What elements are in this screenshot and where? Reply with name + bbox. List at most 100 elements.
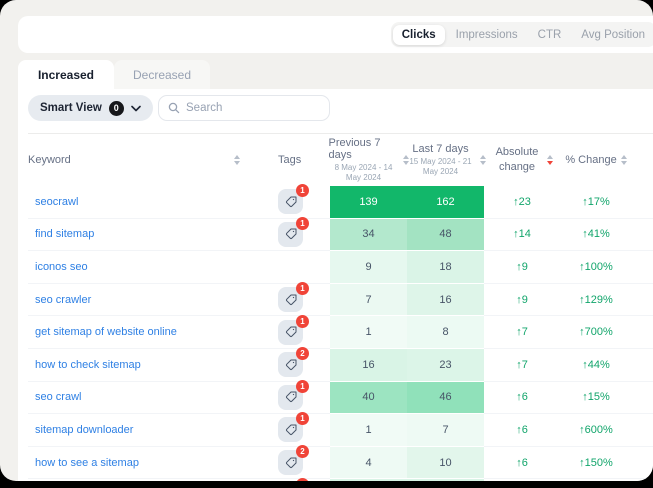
url-cell: / [632, 284, 653, 317]
smart-view-label: Smart View [40, 102, 102, 114]
table-row: get sitemap of website online 1 1 8 ↑7 ↑… [28, 316, 653, 349]
tags-cell: 2 [248, 447, 330, 480]
smart-view-dropdown[interactable]: Smart View 0 [28, 95, 153, 121]
tab-increased[interactable]: Increased [18, 60, 114, 89]
percent-change-cell: ↑700% [560, 316, 632, 349]
last-value-cell: 46 [407, 382, 484, 415]
last-value-cell: 18 [407, 251, 484, 284]
tag-icon [285, 326, 297, 338]
tag-icon [285, 391, 297, 403]
header-keyword-label: Keyword [28, 154, 71, 166]
absolute-change-cell: ↑7 [484, 349, 560, 382]
keyword-link[interactable]: how to check sitemap [35, 359, 141, 371]
tag-chip[interactable]: 1 [278, 320, 303, 345]
keyword-link[interactable]: iconos seo [35, 261, 88, 273]
header-previous-range: 8 May 2024 - 14 May 2024 [329, 163, 399, 183]
absolute-change-cell: ↑23 [484, 186, 560, 219]
keyword-cell: how to check sitemap [28, 349, 248, 382]
tag-icon [285, 424, 297, 436]
tag-icon [285, 359, 297, 371]
tag-chip[interactable]: 1 [278, 222, 303, 247]
tag-chip[interactable]: 1 [278, 417, 303, 442]
last-value-cell: 8 [407, 316, 484, 349]
keyword-cell: seo crawl [28, 382, 248, 415]
url-cell: /en/ [632, 316, 653, 349]
app-window: Clicks Impressions CTR Avg Position Incr… [0, 0, 653, 481]
url-cell: /en/ [632, 349, 653, 382]
trend-tabs: Increased Decreased [18, 60, 210, 89]
toolbar: Smart View 0 [18, 89, 653, 133]
percent-change-cell: ↑41% [560, 219, 632, 252]
keyword-link[interactable]: sitemap downloader [35, 424, 133, 436]
last-value-cell: 48 [407, 219, 484, 252]
tag-count-badge: 2 [296, 347, 309, 360]
table-body: seocrawl 1 139 162 ↑23 ↑17% / find sitem… [28, 186, 653, 481]
metric-tab-clicks[interactable]: Clicks [393, 25, 445, 45]
sort-icon-keyword[interactable] [234, 155, 240, 165]
url-cell: / [632, 186, 653, 219]
metric-tab-avg-position[interactable]: Avg Position [572, 25, 653, 45]
sort-icon-absolute[interactable] [547, 155, 553, 165]
url-cell: /en/ [632, 382, 653, 415]
header-last: Last 7 days 15 May 2024 - 21 May 2024 [407, 134, 484, 186]
tag-chip[interactable]: 2 [278, 352, 303, 377]
keyword-cell: find sitemap [28, 219, 248, 252]
header-url: URL [632, 134, 653, 186]
absolute-change-cell [484, 479, 560, 481]
tab-decreased[interactable]: Decreased [114, 60, 210, 89]
previous-value-cell [330, 479, 407, 481]
keyword-link[interactable]: how to see a sitemap [35, 457, 139, 469]
keyword-cell [28, 479, 248, 481]
header-tags-label: Tags [278, 154, 301, 166]
tags-cell: 1 [248, 382, 330, 415]
table-row: seocrawl 1 139 162 ↑23 ↑17% / [28, 186, 653, 219]
url-cell: /em/ [632, 251, 653, 284]
tags-cell: 1 [248, 186, 330, 219]
tags-cell: 2 [248, 349, 330, 382]
tag-chip[interactable]: 2 [278, 450, 303, 475]
tag-icon [285, 196, 297, 208]
search-input[interactable] [186, 102, 320, 114]
keyword-link[interactable]: seo crawler [35, 294, 91, 306]
metric-tab-ctr[interactable]: CTR [529, 25, 571, 45]
last-value-cell: 7 [407, 414, 484, 447]
keyword-cell: iconos seo [28, 251, 248, 284]
tag-chip[interactable]: 1 [278, 385, 303, 410]
absolute-change-cell: ↑6 [484, 447, 560, 480]
header-card: Clicks Impressions CTR Avg Position [18, 16, 653, 53]
header-absolute-label: Absolute change [491, 145, 543, 176]
tag-count-badge: 1 [296, 315, 309, 328]
tag-icon [285, 457, 297, 469]
keyword-link[interactable]: seocrawl [35, 196, 78, 208]
previous-value-cell: 7 [330, 284, 407, 317]
percent-change-cell: ↑100% [560, 251, 632, 284]
header-last-range: 15 May 2024 - 21 May 2024 [406, 157, 476, 177]
smart-view-count-badge: 0 [109, 101, 124, 116]
header-percent-label: % Change [565, 154, 616, 166]
previous-value-cell: 9 [330, 251, 407, 284]
table-row: sitemap downloader 1 1 7 ↑6 ↑600% /en/ [28, 414, 653, 447]
url-cell: /en/ [632, 219, 653, 252]
header-keyword: Keyword [28, 134, 248, 186]
absolute-change-cell: ↑6 [484, 382, 560, 415]
header-previous: Previous 7 days 8 May 2024 - 14 May 2024 [330, 134, 407, 186]
keywords-table: Keyword Tags Previous 7 days 8 May 2024 … [28, 133, 653, 481]
header-absolute: Absolute change [484, 134, 560, 186]
absolute-change-cell: ↑6 [484, 414, 560, 447]
keyword-cell: sitemap downloader [28, 414, 248, 447]
tag-chip[interactable]: 1 [278, 287, 303, 312]
keyword-cell: seocrawl [28, 186, 248, 219]
tags-cell: 1 [248, 219, 330, 252]
keyword-link[interactable]: seo crawl [35, 391, 81, 403]
previous-value-cell: 139 [330, 186, 407, 219]
metric-tab-impressions[interactable]: Impressions [447, 25, 527, 45]
keyword-link[interactable]: find sitemap [35, 228, 94, 240]
sort-icon-percent[interactable] [621, 155, 627, 165]
header-last-title: Last 7 days [412, 143, 468, 155]
percent-change-cell: ↑129% [560, 284, 632, 317]
tag-chip[interactable]: 1 [278, 189, 303, 214]
percent-change-cell: ↑15% [560, 382, 632, 415]
keyword-link[interactable]: get sitemap of website online [35, 326, 177, 338]
table-row: seo crawler 1 7 16 ↑9 ↑129% / [28, 284, 653, 317]
previous-value-cell: 1 [330, 316, 407, 349]
